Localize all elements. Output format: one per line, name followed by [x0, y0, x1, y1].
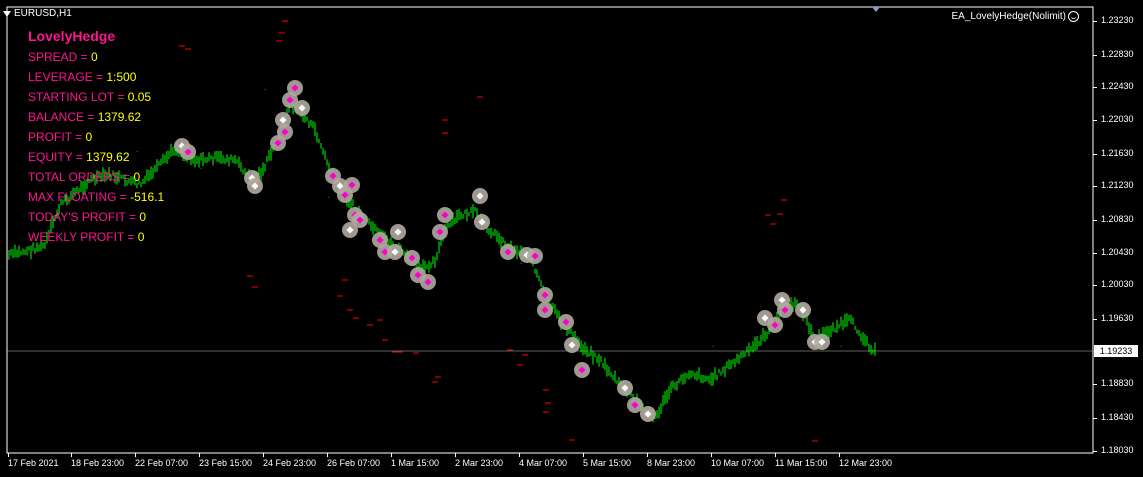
symbol-tab[interactable]: EURUSD,H1 — [3, 8, 72, 19]
time-label: 8 Mar 23:00 — [647, 458, 696, 468]
series-point — [840, 345, 842, 347]
info-row-max-floating: MAX FLOATING = -516.1 — [28, 190, 165, 204]
symbol-label: EURUSD,H1 — [14, 8, 72, 19]
price-label: 1.18430 — [1101, 412, 1134, 422]
chart-window[interactable]: EURUSD,H1 EA_LovelyHedge(Nolimit) Lovely… — [0, 0, 1143, 477]
panel-title: LovelyHedge — [28, 28, 116, 44]
series-point — [200, 167, 202, 169]
time-label: 18 Feb 23:00 — [71, 458, 125, 468]
price-chart[interactable] — [0, 0, 1143, 477]
time-tick — [583, 453, 584, 457]
price-tick — [1093, 220, 1097, 221]
price-axis[interactable]: 1.23230 1.22830 1.22430 1.22030 1.21630 … — [1093, 0, 1143, 477]
price-label: 1.19630 — [1101, 313, 1134, 323]
price-label: 1.18030 — [1101, 445, 1134, 455]
expert-name: EA_LovelyHedge(Nolimit) — [951, 11, 1067, 22]
series-point — [8, 250, 10, 252]
time-label: 10 Mar 07:00 — [711, 458, 765, 468]
time-tick — [519, 453, 520, 457]
chart-shift-marker-icon[interactable] — [872, 7, 880, 12]
series-point — [712, 345, 714, 347]
time-label: 17 Feb 2021 — [8, 458, 59, 468]
time-tick — [327, 453, 328, 457]
info-row-profit: PROFIT = 0 — [28, 130, 93, 144]
info-row-balance: BALANCE = 1379.62 — [28, 110, 142, 124]
price-label: 1.22830 — [1101, 49, 1134, 59]
price-label: 1.20830 — [1101, 214, 1134, 224]
price-label: 1.22430 — [1101, 81, 1134, 91]
price-tick — [1093, 451, 1097, 452]
price-label: 1.21630 — [1101, 148, 1134, 158]
ea-info-panel: LovelyHedge SPREAD = 0 LEVERAGE = 1:500 … — [28, 28, 164, 247]
price-label: 1.20430 — [1101, 247, 1134, 257]
series-point — [456, 213, 458, 215]
price-tick — [1093, 285, 1097, 286]
price-label: 1.22030 — [1101, 114, 1134, 124]
info-row-total-orders: TOTAL ORDERS = 0 — [28, 170, 141, 184]
time-label: 2 Mar 23:00 — [455, 458, 504, 468]
time-tick — [391, 453, 392, 457]
price-tick — [1093, 186, 1097, 187]
dropdown-triangle-icon[interactable] — [3, 10, 11, 17]
time-tick — [135, 453, 136, 457]
series-point — [328, 196, 330, 198]
price-tick — [1093, 21, 1097, 22]
time-label: 23 Feb 15:00 — [199, 458, 253, 468]
series-point — [392, 242, 394, 244]
time-tick — [8, 453, 9, 457]
series-point — [264, 89, 266, 91]
price-tick — [1093, 154, 1097, 155]
info-row-spread: SPREAD = 0 — [28, 50, 98, 64]
current-price-tag: 1.19233 — [1094, 345, 1138, 357]
time-tick — [839, 453, 840, 457]
chart-border — [6, 6, 1094, 454]
price-tick — [1093, 319, 1097, 320]
price-tick — [1093, 55, 1097, 56]
series-point — [584, 345, 586, 347]
time-label: 22 Feb 07:00 — [135, 458, 189, 468]
time-label: 1 Mar 15:00 — [391, 458, 440, 468]
info-row-weekly-profit: WEEKLY PROFIT = 0 — [28, 230, 145, 244]
price-label: 1.23230 — [1101, 15, 1134, 25]
info-row-equity: EQUITY = 1379.62 — [28, 150, 130, 164]
price-tick — [1093, 253, 1097, 254]
price-tick — [1093, 120, 1097, 121]
time-label: 5 Mar 15:00 — [583, 458, 632, 468]
time-tick — [263, 453, 264, 457]
info-row-todays-profit: TODAY'S PROFIT = 0 — [28, 210, 147, 224]
time-tick — [71, 453, 72, 457]
price-tick — [1093, 418, 1097, 419]
time-label: 12 Mar 23:00 — [839, 458, 893, 468]
pending-order-marks — [179, 20, 818, 442]
time-tick — [775, 453, 776, 457]
time-tick — [199, 453, 200, 457]
price-label: 1.20030 — [1101, 279, 1134, 289]
time-label: 4 Mar 07:00 — [519, 458, 568, 468]
price-tick — [1093, 87, 1097, 88]
price-tick — [1093, 384, 1097, 385]
price-label: 1.21230 — [1101, 180, 1134, 190]
info-row-leverage: LEVERAGE = 1:500 — [28, 70, 137, 84]
info-row-starting-lot: STARTING LOT = 0.05 — [28, 90, 152, 104]
time-label: 11 Mar 15:00 — [775, 458, 828, 468]
time-tick — [647, 453, 648, 457]
time-tick — [455, 453, 456, 457]
time-label: 24 Feb 23:00 — [263, 458, 317, 468]
series-point — [520, 262, 522, 264]
time-label: 26 Feb 07:00 — [327, 458, 381, 468]
time-tick — [711, 453, 712, 457]
trade-markers — [174, 80, 830, 422]
price-label: 1.18830 — [1101, 378, 1134, 388]
expert-advisor-label[interactable]: EA_LovelyHedge(Nolimit) — [951, 11, 1079, 22]
smiley-icon — [1068, 11, 1079, 22]
